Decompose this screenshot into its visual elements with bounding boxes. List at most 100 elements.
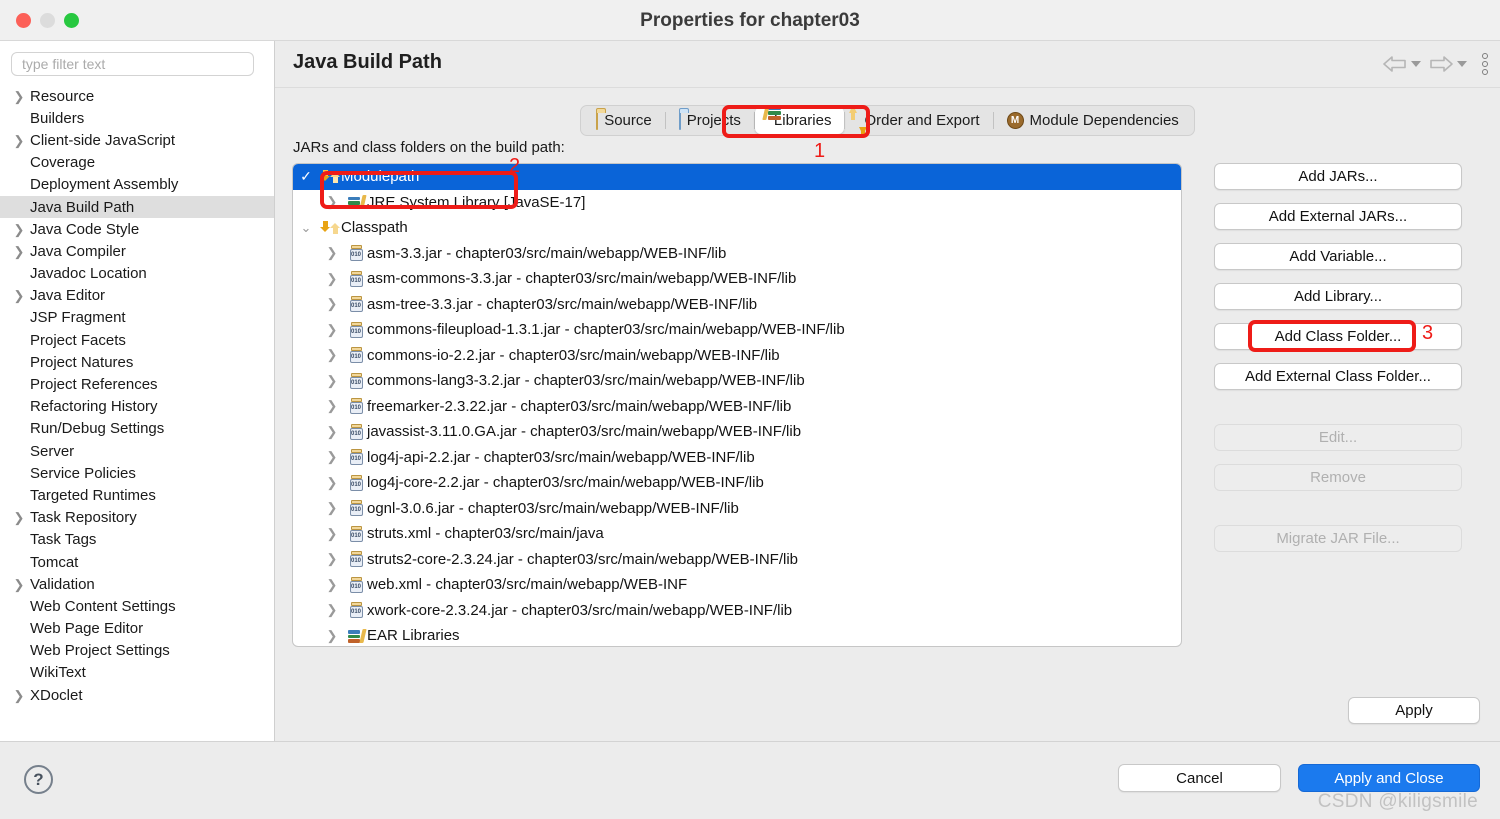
jar-icon: 010 [345, 576, 367, 593]
add-jars-button[interactable]: Add JARs... [1214, 163, 1462, 190]
sidebar-item-java-compiler[interactable]: ❯ Java Compiler [0, 240, 274, 262]
chevron-right-icon[interactable]: ❯ [319, 602, 345, 618]
chevron-right-icon[interactable]: ❯ [319, 500, 345, 516]
chevron-down-icon[interactable]: ⌄ [293, 220, 319, 236]
chevron-right-icon[interactable]: ❯ [8, 689, 30, 702]
chevron-right-icon[interactable]: ❯ [319, 322, 345, 338]
sidebar-item-targeted-runtimes[interactable]: ❯Targeted Runtimes [0, 484, 274, 506]
tab-order-and-export[interactable]: Order and Export [845, 105, 992, 135]
chevron-right-icon[interactable]: ❯ [319, 628, 345, 644]
sidebar-item-service-policies[interactable]: ❯Service Policies [0, 462, 274, 484]
add-library-button[interactable]: Add Library... [1214, 283, 1462, 310]
chevron-right-icon[interactable]: ❯ [8, 511, 30, 524]
build-path-row[interactable]: ⌄ Classpath [293, 215, 1181, 241]
chevron-right-icon[interactable]: ❯ [319, 551, 345, 567]
sidebar-item-project-natures[interactable]: ❯Project Natures [0, 351, 274, 373]
chevron-right-icon[interactable]: ❯ [319, 373, 345, 389]
sidebar-item-javadoc-location[interactable]: ❯Javadoc Location [0, 263, 274, 285]
sidebar-item-project-facets[interactable]: ❯Project Facets [0, 329, 274, 351]
sidebar-item-java-editor[interactable]: ❯ Java Editor [0, 285, 274, 307]
build-path-row[interactable]: ❯ 010 asm-3.3.jar - chapter03/src/main/web… [293, 241, 1181, 267]
chevron-right-icon[interactable]: ❯ [319, 271, 345, 287]
build-path-row[interactable]: ❯ EAR Libraries [293, 623, 1181, 646]
main-panel: Java Build Path Source Projects Librarie… [275, 41, 1500, 741]
tab-module-dependencies[interactable]: M Module Dependencies [994, 107, 1192, 134]
sidebar-item-builders[interactable]: ❯Builders [0, 107, 274, 129]
build-path-row[interactable]: ❯ 010 commons-lang3-3.2.jar - chapter03/sr… [293, 368, 1181, 394]
cancel-button[interactable]: Cancel [1118, 764, 1281, 792]
chevron-right-icon[interactable]: ❯ [8, 90, 30, 103]
build-path-row[interactable]: ❯ 010 xwork-core-2.3.24.jar - chapter03/sr… [293, 598, 1181, 624]
chevron-right-icon[interactable]: ❯ [319, 526, 345, 542]
apply-button[interactable]: Apply [1348, 697, 1480, 724]
sidebar-item-client-side-javascript[interactable]: ❯ Client-side JavaScript [0, 129, 274, 151]
sidebar-item-tomcat[interactable]: ❯Tomcat [0, 551, 274, 573]
sidebar-item-refactoring-history[interactable]: ❯Refactoring History [0, 396, 274, 418]
chevron-right-icon[interactable]: ❯ [8, 134, 30, 147]
chevron-right-icon[interactable]: ❯ [319, 449, 345, 465]
add-variable-button[interactable]: Add Variable... [1214, 243, 1462, 270]
build-path-row[interactable]: ❯ 010 freemarker-2.3.22.jar - chapter03/sr… [293, 394, 1181, 420]
chevron-right-icon[interactable]: ❯ [319, 194, 345, 210]
chevron-right-icon[interactable]: ❯ [8, 223, 30, 236]
build-path-row[interactable]: ❯ 010 asm-commons-3.3.jar - chapter03/src/… [293, 266, 1181, 292]
sidebar-item-task-repository[interactable]: ❯ Task Repository [0, 507, 274, 529]
chevron-right-icon[interactable]: ❯ [319, 475, 345, 491]
build-path-row[interactable]: ❯ 010 ognl-3.0.6.jar - chapter03/src/main/… [293, 496, 1181, 522]
build-path-row[interactable]: ✓ Modulepath [293, 164, 1181, 190]
apply-and-close-button[interactable]: Apply and Close [1298, 764, 1480, 792]
sidebar-item-xdoclet[interactable]: ❯ XDoclet [0, 684, 274, 706]
chevron-right-icon[interactable]: ❯ [8, 245, 30, 258]
checkmark-icon[interactable]: ✓ [293, 168, 319, 185]
forward-dropdown-caret[interactable] [1457, 61, 1467, 67]
sidebar-item-java-build-path[interactable]: ❯Java Build Path [0, 195, 274, 219]
sidebar-item-project-references[interactable]: ❯Project References [0, 373, 274, 395]
sidebar-item-server[interactable]: ❯Server [0, 440, 274, 462]
build-path-row[interactable]: ❯ 010 commons-io-2.2.jar - chapter03/src/m… [293, 343, 1181, 369]
build-path-row[interactable]: ❯ JRE System Library [JavaSE-17] [293, 190, 1181, 216]
forward-button[interactable] [1426, 55, 1469, 73]
tab-source[interactable]: Source [583, 107, 665, 134]
add-class-folder-button[interactable]: Add Class Folder... [1214, 323, 1462, 350]
back-dropdown-caret[interactable] [1411, 61, 1421, 67]
sidebar-item-java-code-style[interactable]: ❯ Java Code Style [0, 218, 274, 240]
kebab-menu-icon[interactable] [1482, 53, 1488, 75]
sidebar-item-deployment-assembly[interactable]: ❯Deployment Assembly [0, 174, 274, 196]
build-path-row[interactable]: ❯ 010 log4j-api-2.2.jar - chapter03/src/ma… [293, 445, 1181, 471]
chevron-right-icon[interactable]: ❯ [319, 577, 345, 593]
back-button[interactable] [1380, 55, 1423, 73]
build-path-row[interactable]: ❯ 010 commons-fileupload-1.3.1.jar - chapt… [293, 317, 1181, 343]
sidebar-item-wikitext[interactable]: ❯WikiText [0, 662, 274, 684]
sidebar-item-web-page-editor[interactable]: ❯Web Page Editor [0, 618, 274, 640]
sidebar-item-task-tags[interactable]: ❯Task Tags [0, 529, 274, 551]
sidebar-item-label: XDoclet [30, 686, 83, 704]
build-path-list[interactable]: ✓ Modulepath ❯ JRE System Library [JavaSE-1… [292, 163, 1182, 647]
sidebar-item-run-debug-settings[interactable]: ❯Run/Debug Settings [0, 418, 274, 440]
sidebar-item-validation[interactable]: ❯ Validation [0, 573, 274, 595]
sidebar-item-coverage[interactable]: ❯Coverage [0, 152, 274, 174]
build-path-row[interactable]: ❯ 010 web.xml - chapter03/src/main/webapp/… [293, 572, 1181, 598]
chevron-right-icon[interactable]: ❯ [8, 578, 30, 591]
sidebar-tree: ❯Resource❯Builders❯Client-side JavaScrip… [0, 82, 274, 706]
tab-libraries[interactable]: Libraries [754, 106, 845, 134]
chevron-right-icon[interactable]: ❯ [319, 347, 345, 363]
help-icon[interactable]: ? [24, 765, 53, 794]
build-path-row[interactable]: ❯ 010 struts2-core-2.3.24.jar - chapter03/… [293, 547, 1181, 573]
sidebar-item-jsp-fragment[interactable]: ❯JSP Fragment [0, 307, 274, 329]
chevron-right-icon[interactable]: ❯ [319, 398, 345, 414]
build-path-row[interactable]: ❯ 010 asm-tree-3.3.jar - chapter03/src/mai… [293, 292, 1181, 318]
filter-input[interactable] [11, 52, 254, 76]
add-external-jars-button[interactable]: Add External JARs... [1214, 203, 1462, 230]
build-path-row[interactable]: ❯ 010 javassist-3.11.0.GA.jar - chapter03/… [293, 419, 1181, 445]
chevron-right-icon[interactable]: ❯ [8, 289, 30, 302]
chevron-right-icon[interactable]: ❯ [319, 424, 345, 440]
sidebar-item-web-content-settings[interactable]: ❯Web Content Settings [0, 595, 274, 617]
sidebar-item-web-project-settings[interactable]: ❯Web Project Settings [0, 640, 274, 662]
build-path-row[interactable]: ❯ 010 struts.xml - chapter03/src/main/java [293, 521, 1181, 547]
chevron-right-icon[interactable]: ❯ [319, 245, 345, 261]
sidebar-item-resource[interactable]: ❯ Resource [0, 85, 274, 107]
add-external-class-folder-button[interactable]: Add External Class Folder... [1214, 363, 1462, 390]
tab-projects[interactable]: Projects [666, 107, 754, 134]
chevron-right-icon[interactable]: ❯ [319, 296, 345, 312]
build-path-row[interactable]: ❯ 010 log4j-core-2.2.jar - chapter03/src/m… [293, 470, 1181, 496]
